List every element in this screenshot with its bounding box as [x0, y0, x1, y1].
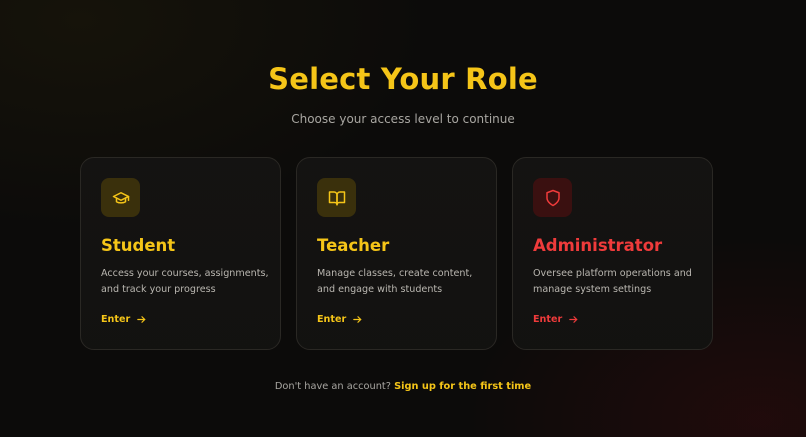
student-enter-label: Enter [101, 314, 131, 325]
arrow-right-icon [569, 316, 578, 323]
page-title: Select Your Role [268, 62, 538, 96]
arrow-right-icon [353, 316, 362, 323]
student-description: Access your courses, assignments, and tr… [101, 268, 269, 295]
graduation-cap-icon [112, 191, 129, 204]
role-card-student[interactable]: Student Access your courses, assignments… [80, 157, 281, 350]
arrow-right-icon [137, 316, 146, 323]
role-card-administrator[interactable]: Administrator Oversee platform operation… [512, 157, 713, 350]
page-subtitle: Choose your access level to continue [291, 112, 515, 126]
administrator-icon-box [533, 178, 572, 217]
role-card-teacher[interactable]: Teacher Manage classes, create content, … [296, 157, 497, 350]
teacher-icon-box [317, 178, 356, 217]
administrator-enter-link[interactable]: Enter [533, 314, 579, 325]
shield-icon [545, 189, 560, 206]
signup-footer: Don't have an account? Sign up for the f… [0, 381, 806, 392]
teacher-description: Manage classes, create content, and enga… [317, 268, 473, 295]
teacher-title: Teacher [317, 236, 390, 255]
administrator-enter-label: Enter [533, 314, 563, 325]
signup-link[interactable]: Sign up for the first time [394, 381, 531, 392]
teacher-enter-label: Enter [317, 314, 347, 325]
signup-prompt: Don't have an account? [274, 381, 391, 392]
administrator-description: Oversee platform operations and manage s… [533, 268, 692, 295]
student-enter-link[interactable]: Enter [101, 314, 147, 325]
student-title: Student [101, 236, 176, 255]
teacher-enter-link[interactable]: Enter [317, 314, 363, 325]
administrator-title: Administrator [533, 236, 663, 255]
book-open-icon [328, 190, 345, 205]
student-icon-box [101, 178, 140, 217]
